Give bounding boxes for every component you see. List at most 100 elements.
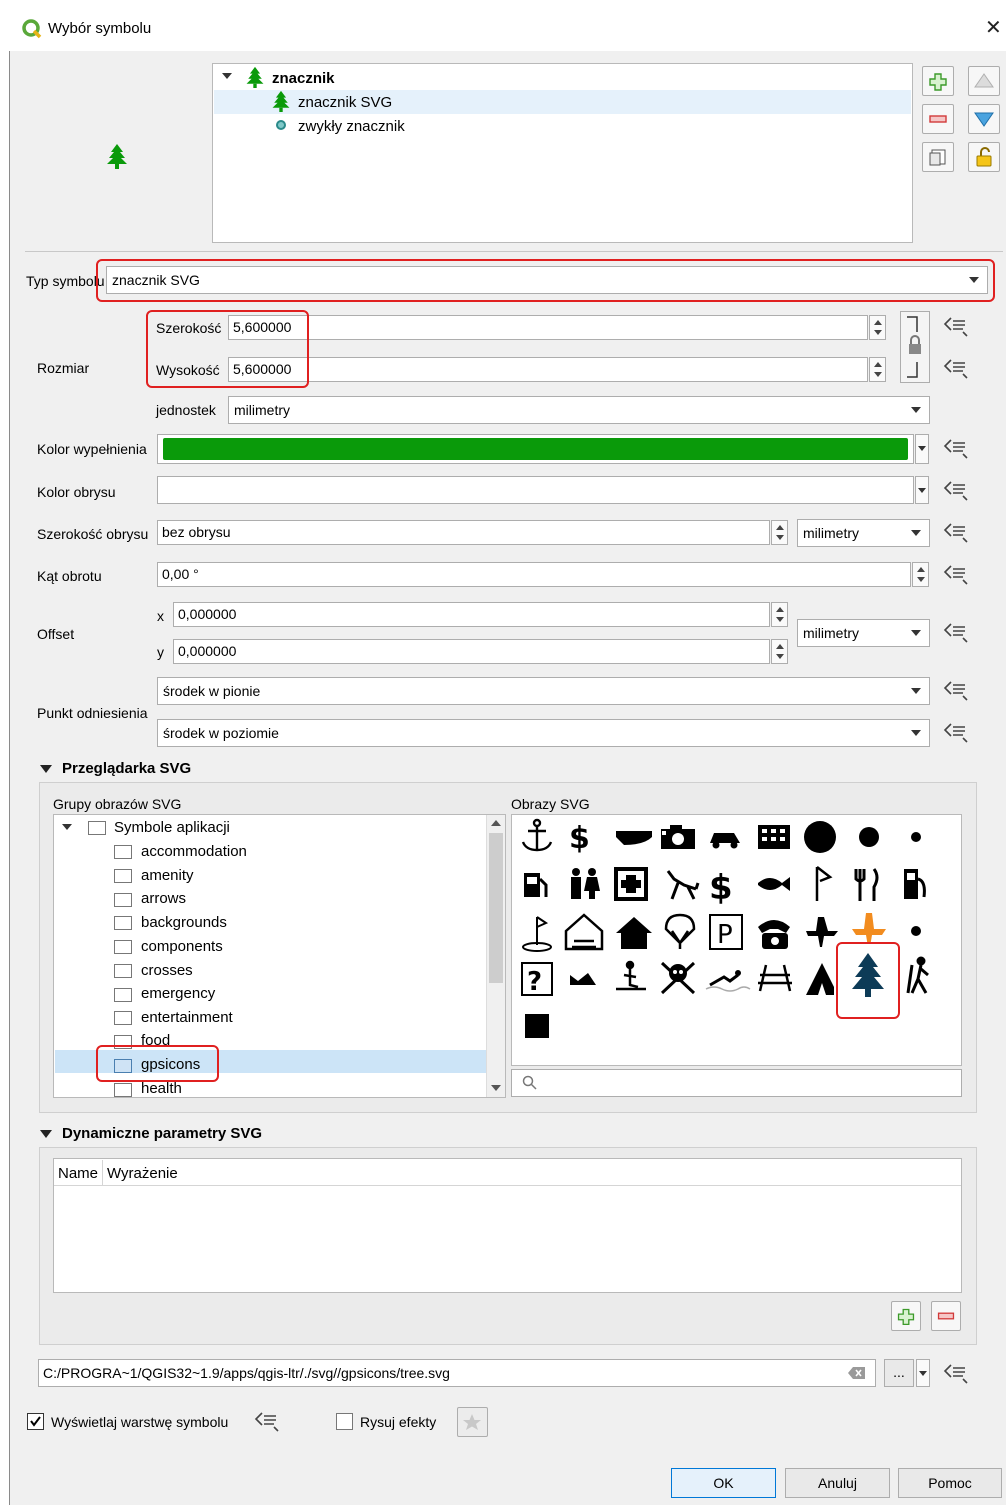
groups-scrollbar[interactable] bbox=[486, 815, 505, 1097]
offset-x-spinner[interactable] bbox=[771, 602, 788, 627]
data-defined-override-icon[interactable] bbox=[943, 316, 971, 338]
tree-group-root[interactable]: Symbole aplikacji bbox=[114, 819, 230, 836]
data-defined-override-icon[interactable] bbox=[943, 722, 971, 744]
data-defined-override-icon[interactable] bbox=[943, 680, 971, 702]
fill-color-dropdown[interactable] bbox=[915, 434, 929, 464]
move-up-button[interactable] bbox=[968, 66, 1000, 96]
cancel-button[interactable]: Anuluj bbox=[785, 1468, 890, 1498]
offset-x-input[interactable]: 0,000000 bbox=[173, 602, 770, 627]
tree-group-item[interactable]: entertainment bbox=[141, 1009, 233, 1026]
data-defined-override-icon[interactable] bbox=[254, 1411, 282, 1433]
clear-icon[interactable] bbox=[848, 1366, 866, 1380]
add-layer-button[interactable] bbox=[922, 66, 954, 96]
ski-icon bbox=[616, 960, 646, 991]
show-layer-checkbox[interactable] bbox=[27, 1413, 44, 1430]
rotation-input[interactable]: 0,00 ° bbox=[157, 562, 911, 587]
offset-y-spinner[interactable] bbox=[771, 639, 788, 664]
anchor-vertical-combo[interactable]: środek w pionie bbox=[157, 677, 930, 705]
remove-layer-button[interactable] bbox=[922, 104, 954, 134]
parking-icon: P bbox=[709, 914, 743, 950]
tree-group-item[interactable]: backgrounds bbox=[141, 914, 227, 931]
show-layer-label[interactable]: Wyświetlaj warstwę symbolu bbox=[51, 1414, 228, 1430]
ok-button[interactable]: OK bbox=[671, 1468, 776, 1498]
data-defined-override-icon[interactable] bbox=[943, 438, 971, 460]
duplicate-layer-button[interactable] bbox=[922, 142, 954, 172]
data-defined-override-icon[interactable] bbox=[943, 358, 971, 380]
telephone-icon bbox=[758, 920, 790, 949]
move-down-button[interactable] bbox=[968, 104, 1000, 134]
browse-dropdown[interactable] bbox=[916, 1359, 930, 1387]
tree-group-item[interactable]: amenity bbox=[141, 867, 194, 884]
offset-y-input[interactable]: 0,000000 bbox=[173, 639, 770, 664]
data-defined-override-icon[interactable] bbox=[943, 564, 971, 586]
data-defined-override-icon[interactable] bbox=[943, 480, 971, 502]
svg-text:P: P bbox=[717, 920, 733, 950]
golf-icon bbox=[522, 916, 552, 952]
data-defined-override-icon[interactable] bbox=[943, 622, 971, 644]
browse-button[interactable]: ... bbox=[884, 1359, 914, 1387]
first-aid-icon bbox=[614, 867, 648, 901]
svg-browser-header[interactable]: Przeglądarka SVG bbox=[40, 760, 191, 777]
height-spinner[interactable] bbox=[869, 357, 886, 382]
lock-aspect-button[interactable] bbox=[900, 311, 930, 383]
layer-item-svg-marker[interactable]: znacznik SVG bbox=[298, 94, 392, 111]
dynamic-params-header[interactable]: Dynamiczne parametry SVG bbox=[40, 1125, 262, 1142]
stroke-width-spinner[interactable] bbox=[771, 520, 788, 545]
swimming-icon bbox=[705, 970, 751, 992]
width-input[interactable]: 5,600000 bbox=[228, 315, 868, 340]
add-param-button[interactable] bbox=[891, 1301, 921, 1331]
stroke-unit-combo[interactable]: milimetry bbox=[797, 519, 930, 547]
layer-item-simple-marker[interactable]: zwykły znacznik bbox=[298, 118, 405, 135]
svg-groups-label: Grupy obrazów SVG bbox=[53, 796, 182, 812]
help-button[interactable]: Pomoc bbox=[898, 1468, 1002, 1498]
offset-unit-combo[interactable]: milimetry bbox=[797, 619, 930, 647]
data-defined-override-icon[interactable] bbox=[943, 1363, 971, 1385]
rotation-label: Kąt obrotu bbox=[37, 568, 102, 584]
height-input[interactable]: 5,600000 bbox=[228, 357, 868, 382]
deer-icon bbox=[666, 870, 700, 900]
tree-group-item[interactable]: components bbox=[141, 938, 223, 955]
folder-icon bbox=[114, 869, 132, 883]
tree-group-item[interactable]: arrows bbox=[141, 890, 186, 907]
width-spinner[interactable] bbox=[869, 315, 886, 340]
camera-icon bbox=[661, 825, 695, 849]
svg-images-label: Obrazy SVG bbox=[511, 796, 590, 812]
svg-path-input[interactable]: C:/PROGRA~1/QGIS32~1.9/apps/qgis-ltr/./s… bbox=[38, 1359, 876, 1387]
unit-label: jednostek bbox=[156, 402, 216, 418]
data-defined-override-icon[interactable] bbox=[943, 522, 971, 544]
tree-group-item[interactable]: health bbox=[141, 1080, 182, 1097]
draw-effects-checkbox[interactable] bbox=[336, 1413, 353, 1430]
column-expression[interactable]: Wyrażenie bbox=[107, 1165, 178, 1182]
folder-icon bbox=[88, 821, 106, 835]
draw-effects-label[interactable]: Rysuj efekty bbox=[360, 1414, 436, 1430]
skull-icon bbox=[660, 961, 696, 995]
unit-combo[interactable]: milimetry bbox=[228, 396, 930, 424]
effects-button[interactable] bbox=[457, 1407, 488, 1437]
close-icon[interactable]: ✕ bbox=[985, 15, 1002, 40]
airplane-icon bbox=[806, 917, 838, 947]
folder-icon bbox=[114, 845, 132, 859]
remove-param-button[interactable] bbox=[931, 1301, 961, 1331]
divider bbox=[25, 251, 1003, 252]
window-title: Wybór symbolu bbox=[48, 20, 152, 37]
stroke-width-input[interactable]: bez obrysu bbox=[157, 520, 770, 545]
rotation-spinner[interactable] bbox=[912, 562, 929, 587]
highlight-gpsicons bbox=[96, 1045, 219, 1082]
svg-search-input[interactable] bbox=[511, 1069, 962, 1097]
stroke-color-button[interactable] bbox=[157, 476, 914, 504]
shelter-icon bbox=[564, 913, 604, 951]
anchor-label: Punkt odniesienia bbox=[37, 705, 148, 721]
expand-arrow-icon[interactable] bbox=[62, 824, 72, 830]
fill-color-button[interactable] bbox=[157, 434, 914, 464]
tree-group-item[interactable]: emergency bbox=[141, 985, 215, 1002]
tree-group-item[interactable]: crosses bbox=[141, 962, 193, 979]
tree-group-item[interactable]: accommodation bbox=[141, 843, 247, 860]
anchor-icon bbox=[521, 818, 553, 852]
unlock-layer-button[interactable] bbox=[968, 142, 1000, 172]
layer-root-label[interactable]: znacznik bbox=[272, 70, 335, 87]
expand-arrow-icon[interactable] bbox=[222, 73, 232, 79]
stroke-color-dropdown[interactable] bbox=[915, 476, 929, 504]
column-name[interactable]: Name bbox=[58, 1165, 98, 1182]
symbol-type-label: Typ symbolu bbox=[26, 273, 105, 289]
anchor-horizontal-combo[interactable]: środek w poziomie bbox=[157, 719, 930, 747]
